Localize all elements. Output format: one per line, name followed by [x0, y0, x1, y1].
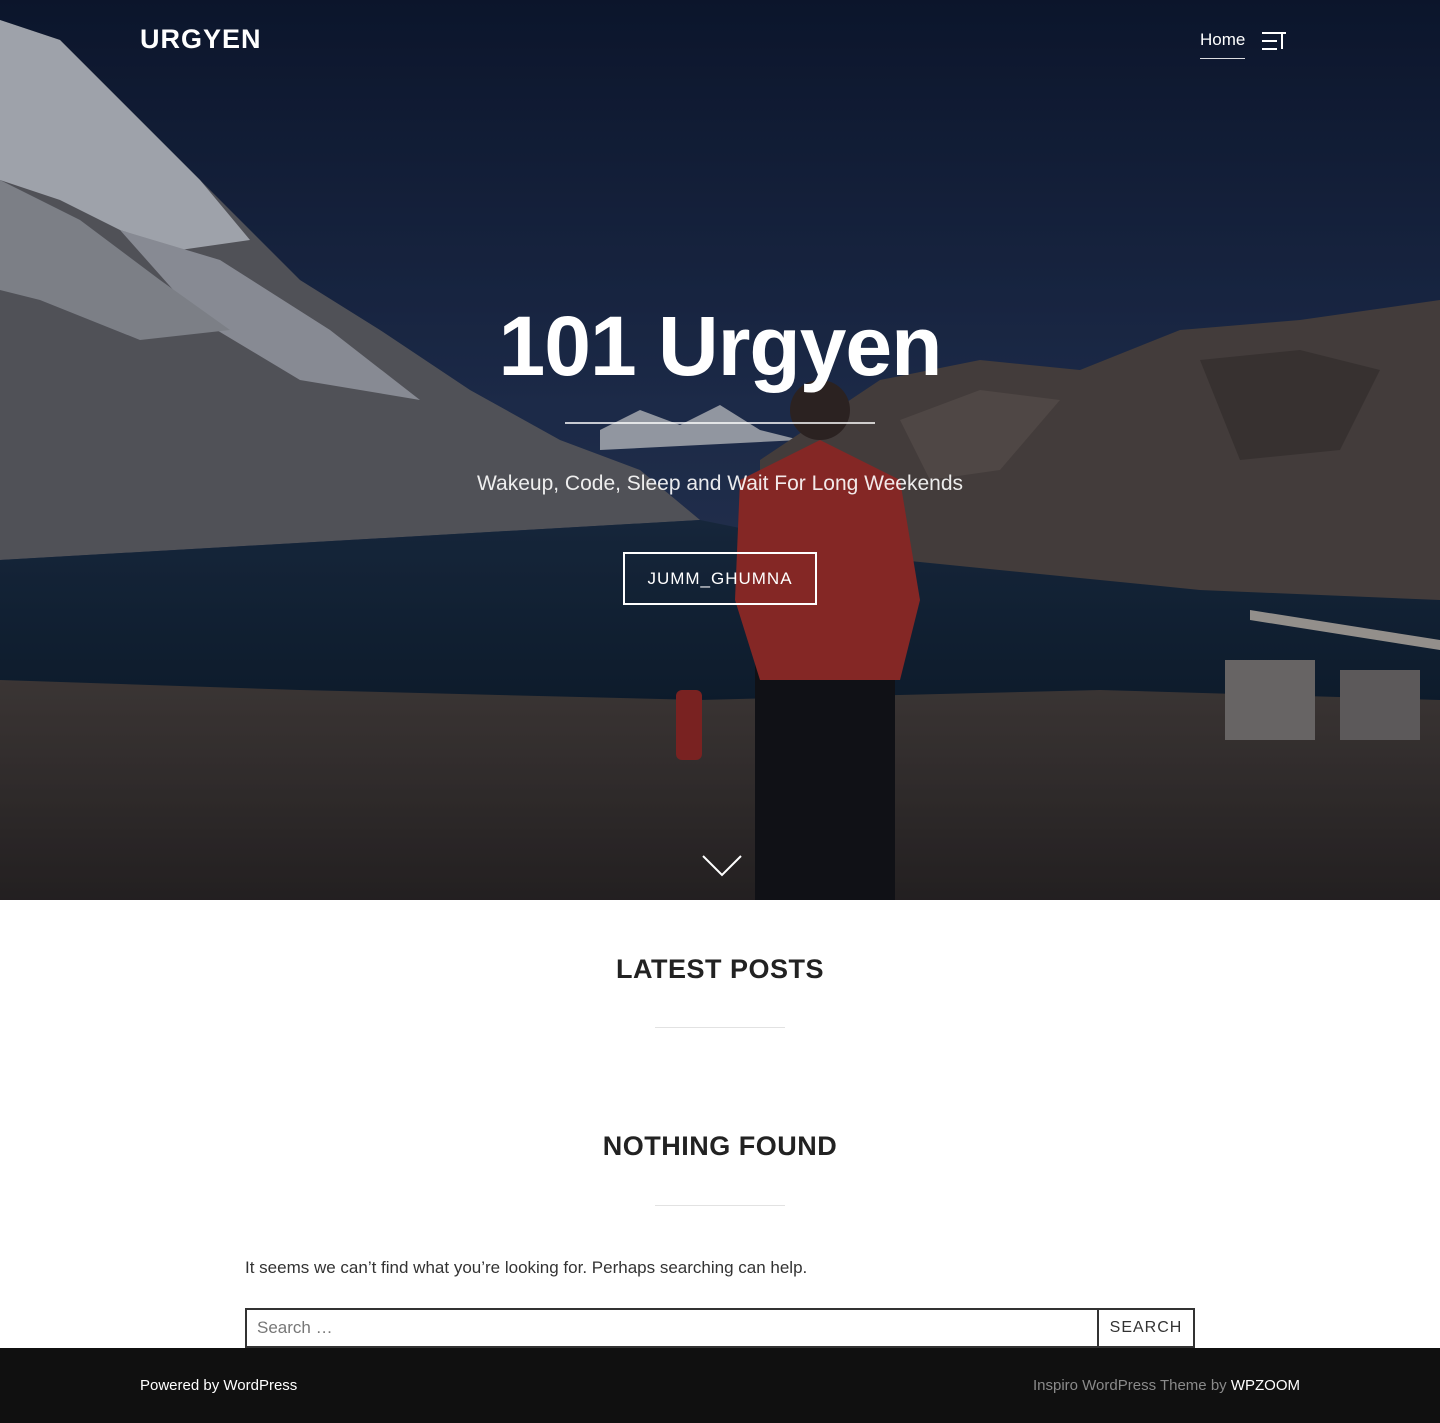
theme-credit: Inspiro WordPress Theme by WPZOOM [1033, 1377, 1300, 1394]
search-button[interactable]: SEARCH [1097, 1308, 1195, 1348]
menu-toggle-icon [1262, 32, 1286, 50]
hero-divider [565, 422, 875, 424]
chevron-down-icon [702, 855, 742, 877]
search-input[interactable] [245, 1308, 1097, 1348]
site-header: URGYEN Home [0, 0, 1440, 82]
site-title[interactable]: URGYEN [140, 24, 262, 55]
scroll-down-button[interactable] [700, 852, 744, 880]
hero-section: URGYEN Home 101 Urgyen Wakeup, Code, Sle… [0, 0, 1440, 900]
hero-title: 101 Urgyen [498, 299, 943, 393]
search-form: SEARCH [245, 1308, 1195, 1348]
menu-toggle-button[interactable] [1261, 30, 1287, 52]
powered-by-link[interactable]: Powered by WordPress [140, 1377, 297, 1394]
nav-item-home[interactable]: Home [1200, 30, 1246, 59]
hero-cta-button[interactable]: JUMM_GHUMNA [623, 552, 817, 605]
hero-overlay [0, 0, 1440, 900]
nothing-found-divider [655, 1205, 785, 1206]
nothing-found-message: It seems we can’t find what you’re looki… [245, 1258, 808, 1277]
nothing-found-title: NOTHING FOUND [602, 1131, 838, 1161]
wpzoom-link[interactable]: WPZOOM [1231, 1377, 1300, 1394]
hero-tagline: Wakeup, Code, Sleep and Wait For Long We… [477, 472, 963, 495]
site-footer: Powered by WordPress Inspiro WordPress T… [0, 1348, 1440, 1423]
theme-credit-text: Inspiro WordPress Theme by [1032, 1377, 1227, 1394]
latest-posts-divider [655, 1027, 785, 1028]
latest-posts-title: LATEST POSTS [615, 954, 824, 984]
